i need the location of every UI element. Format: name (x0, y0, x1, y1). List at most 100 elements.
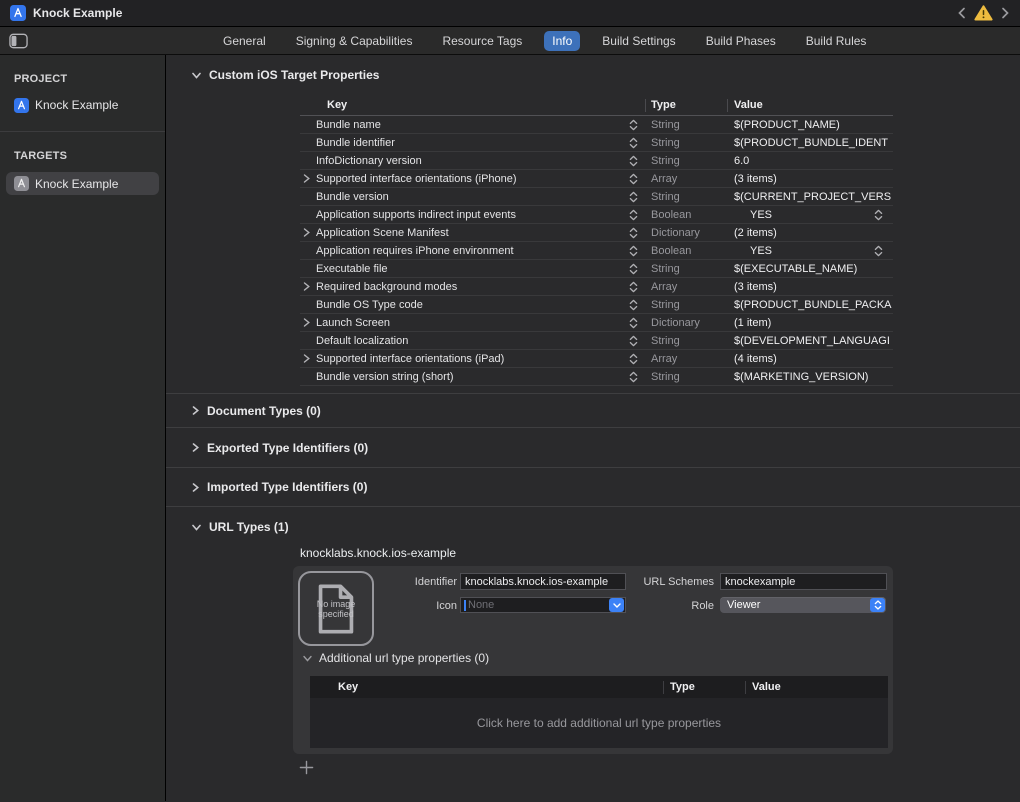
add-url-type-button[interactable] (297, 758, 315, 776)
window-titlebar: Knock Example (0, 0, 1020, 27)
property-value: (4 items) (727, 353, 777, 365)
property-key: Executable file (316, 263, 388, 275)
property-type: String (651, 296, 727, 313)
property-type: Dictionary (651, 224, 727, 241)
key-stepper-icon[interactable] (629, 137, 638, 149)
property-row[interactable]: Supported interface orientations (iPad) … (300, 350, 893, 368)
column-header-type: Type (670, 681, 695, 693)
property-row[interactable]: Default localization String $(DEVELOPMEN… (300, 332, 893, 350)
key-stepper-icon[interactable] (629, 353, 638, 365)
key-stepper-icon[interactable] (629, 371, 638, 383)
chevron-down-icon (192, 72, 201, 79)
collapsed-section-title: Exported Type Identifiers (0) (207, 441, 368, 455)
key-stepper-icon[interactable] (629, 191, 638, 203)
additional-properties-header[interactable]: Additional url type properties (0) (303, 651, 489, 665)
property-key-cell: Application requires iPhone environment (300, 242, 645, 259)
property-row[interactable]: Application supports indirect input even… (300, 206, 893, 224)
key-stepper-icon[interactable] (629, 173, 638, 185)
key-stepper-icon[interactable] (629, 119, 638, 131)
sidebar-divider (0, 131, 165, 132)
property-key-cell: Supported interface orientations (iPhone… (300, 170, 645, 187)
tab-signing-capabilities[interactable]: Signing & Capabilities (288, 31, 421, 51)
key-stepper-icon[interactable] (629, 209, 638, 221)
property-row[interactable]: Application Scene Manifest Dictionary (2… (300, 224, 893, 242)
property-row[interactable]: Supported interface orientations (iPhone… (300, 170, 893, 188)
additional-table-empty-row[interactable]: Click here to add additional url type pr… (310, 698, 888, 748)
disclosure-chevron-icon[interactable] (303, 228, 310, 237)
property-value: $(PRODUCT_BUNDLE_IDENT (727, 137, 888, 149)
property-row[interactable]: Executable file String $(EXECUTABLE_NAME… (300, 260, 893, 278)
info-editor-pane: Custom iOS Target Properties Key Type Va… (166, 55, 1020, 801)
project-icon (10, 5, 26, 21)
key-stepper-icon[interactable] (629, 317, 638, 329)
property-key: Supported interface orientations (iPad) (316, 353, 504, 365)
column-separator (745, 681, 746, 694)
property-type: String (651, 332, 727, 349)
icon-combo-box[interactable]: None (460, 597, 626, 613)
column-header-value: Value (734, 99, 763, 111)
tab-info[interactable]: Info (544, 31, 580, 51)
property-row[interactable]: InfoDictionary version String 6.0 (300, 152, 893, 170)
identifier-input[interactable] (460, 573, 626, 590)
key-stepper-icon[interactable] (629, 281, 638, 293)
tab-general[interactable]: General (215, 31, 274, 51)
disclosure-chevron-icon[interactable] (303, 318, 310, 327)
tab-resource-tags[interactable]: Resource Tags (434, 31, 530, 51)
editor-tab-bar: General Signing & Capabilities Resource Ta… (0, 27, 1020, 55)
key-stepper-icon[interactable] (629, 155, 638, 167)
url-schemes-input[interactable] (720, 573, 887, 590)
property-row[interactable]: Bundle version string (short) String $(M… (300, 368, 893, 386)
column-header-value: Value (752, 681, 781, 693)
property-row[interactable]: Bundle name String $(PRODUCT_NAME) (300, 116, 893, 134)
collapsed-section-header[interactable]: Document Types (0) (166, 394, 1020, 428)
property-row[interactable]: Application requires iPhone environment … (300, 242, 893, 260)
property-value: $(CURRENT_PROJECT_VERS (727, 191, 891, 203)
tab-build-rules[interactable]: Build Rules (798, 31, 875, 51)
disclosure-chevron-icon[interactable] (303, 174, 310, 183)
value-stepper-icon[interactable] (874, 245, 883, 257)
nav-back-icon[interactable] (957, 7, 966, 19)
key-stepper-icon[interactable] (629, 299, 638, 311)
tab-build-settings[interactable]: Build Settings (594, 31, 683, 51)
section-header-url-types[interactable]: URL Types (1) (192, 519, 289, 535)
column-header-key: Key (338, 681, 358, 693)
sidebar-item-target[interactable]: Knock Example (6, 172, 159, 195)
key-stepper-icon[interactable] (629, 263, 638, 275)
combo-dropdown-icon[interactable] (609, 598, 624, 612)
property-value: (3 items) (727, 281, 777, 293)
disclosure-chevron-icon[interactable] (303, 354, 310, 363)
property-row[interactable]: Launch Screen Dictionary (1 item) (300, 314, 893, 332)
sidebar-item-project[interactable]: Knock Example (0, 93, 165, 117)
collapsed-section-header[interactable]: Imported Type Identifiers (0) (166, 468, 1020, 507)
property-row[interactable]: Bundle identifier String $(PRODUCT_BUNDL… (300, 134, 893, 152)
disclosure-chevron-icon[interactable] (303, 282, 310, 291)
chevron-right-icon (192, 483, 199, 492)
role-popup-button[interactable]: Viewer (720, 597, 886, 613)
property-value-cell: YES (727, 206, 893, 223)
property-key: Default localization (316, 335, 408, 347)
property-value-cell: $(PRODUCT_BUNDLE_PACKA (727, 296, 893, 313)
property-row[interactable]: Required background modes Array (3 items… (300, 278, 893, 296)
section-header-custom-properties[interactable]: Custom iOS Target Properties (192, 67, 379, 83)
property-row[interactable]: Bundle version String $(CURRENT_PROJECT_… (300, 188, 893, 206)
property-type: Dictionary (651, 314, 727, 331)
collapsed-section-header[interactable]: Exported Type Identifiers (0) (166, 428, 1020, 468)
tab-build-phases[interactable]: Build Phases (698, 31, 784, 51)
property-value: $(MARKETING_VERSION) (727, 371, 868, 383)
identifier-label: Identifier (353, 576, 457, 588)
nav-forward-icon[interactable] (1001, 7, 1010, 19)
key-stepper-icon[interactable] (629, 227, 638, 239)
key-stepper-icon[interactable] (629, 335, 638, 347)
property-row[interactable]: Bundle OS Type code String $(PRODUCT_BUN… (300, 296, 893, 314)
warning-icon[interactable] (974, 5, 993, 21)
property-key-cell: Launch Screen (300, 314, 645, 331)
property-value: $(PRODUCT_NAME) (727, 119, 840, 131)
sidebar-toggle-icon[interactable] (9, 33, 28, 49)
value-stepper-icon[interactable] (874, 209, 883, 221)
property-value-cell: (1 item) (727, 314, 893, 331)
icon-label: Icon (353, 600, 457, 612)
key-stepper-icon[interactable] (629, 245, 638, 257)
project-section-header: PROJECT (0, 73, 165, 85)
property-value-cell: (3 items) (727, 278, 893, 295)
property-value-cell: $(PRODUCT_NAME) (727, 116, 893, 133)
